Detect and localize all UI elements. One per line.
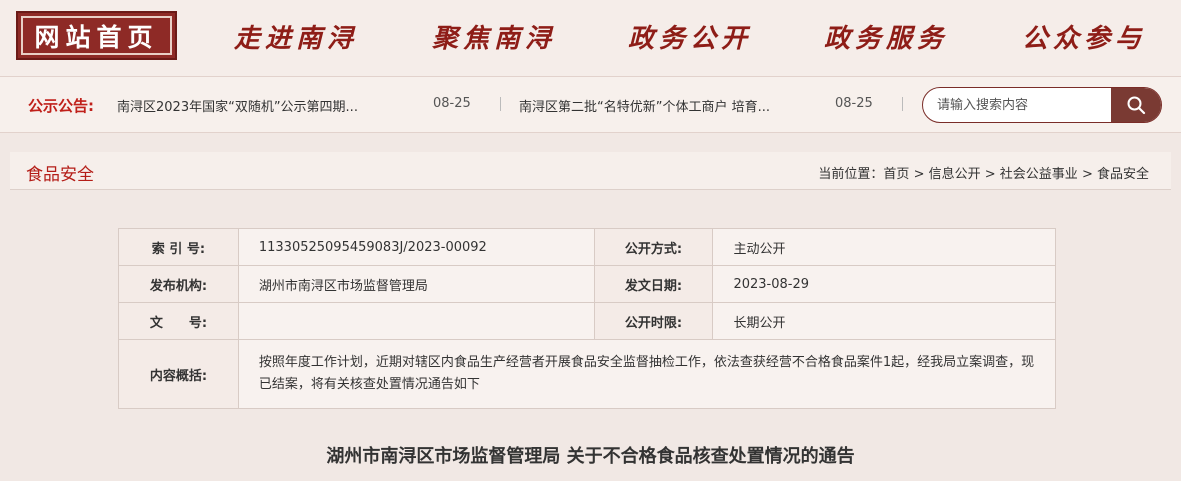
breadcrumb-public-welfare[interactable]: 社会公益事业 (1000, 167, 1078, 182)
breadcrumb-food-safety[interactable]: 食品安全 (1097, 167, 1149, 182)
notice-divider (500, 97, 501, 111)
org-value: 湖州市南浔区市场监督管理局 (237, 265, 595, 303)
open-mode-value: 主动公开 (712, 228, 1056, 266)
search-button[interactable] (1111, 88, 1161, 122)
main-content: 食品安全 当前位置：首页 > 信息公开 > 社会公益事业 > 食品安全 索 引 … (0, 133, 1181, 481)
home-nav-button[interactable]: 网站首页 (16, 11, 177, 60)
notice-label: 公示公告: (28, 97, 94, 115)
notice-date: 08-25 (835, 96, 873, 111)
search-box (922, 87, 1162, 123)
notice-divider (902, 97, 903, 111)
issue-date-label: 发文日期: (593, 265, 714, 303)
summary-label: 内容概括: (118, 339, 239, 409)
nav-item-about[interactable]: 走进南浔 (234, 14, 358, 58)
document-meta-table: 索 引 号: 11330525095459083J/2023-00092 公开方… (118, 228, 1057, 409)
breadcrumb-info-open[interactable]: 信息公开 (929, 167, 981, 182)
breadcrumb-separator: > (980, 167, 1000, 182)
table-row: 文 号: 公开时限: 长期公开 (118, 302, 1056, 340)
notice-date: 08-25 (433, 96, 471, 111)
org-label: 发布机构: (118, 265, 239, 303)
search-input[interactable] (923, 88, 1113, 122)
breadcrumb-separator: > (1077, 167, 1097, 182)
index-value: 11330525095459083J/2023-00092 (237, 228, 595, 266)
breadcrumb-separator: > (909, 167, 929, 182)
notice-link[interactable]: 南浔区第二批“名特优新”个体工商户 培育... (519, 96, 770, 115)
breadcrumb: 当前位置：首页 > 信息公开 > 社会公益事业 > 食品安全 (818, 163, 1149, 182)
nav-item-participation[interactable]: 公众参与 (1022, 14, 1146, 58)
doc-number-label: 文 号: (118, 302, 239, 340)
section-title: 食品安全 (26, 165, 94, 185)
nav-item-focus[interactable]: 聚焦南浔 (432, 14, 556, 58)
nav-item-gov-open[interactable]: 政务公开 (628, 14, 752, 58)
breadcrumb-home[interactable]: 首页 (883, 167, 909, 182)
table-row: 发布机构: 湖州市南浔区市场监督管理局 发文日期: 2023-08-29 (118, 265, 1056, 303)
search-icon (1127, 96, 1146, 115)
section-header: 食品安全 当前位置：首页 > 信息公开 > 社会公益事业 > 食品安全 (10, 152, 1171, 190)
notice-link[interactable]: 南浔区2023年国家“双随机”公示第四期... (117, 96, 358, 115)
index-label: 索 引 号: (118, 228, 239, 266)
open-period-label: 公开时限: (593, 302, 714, 340)
table-row: 内容概括: 按照年度工作计划，近期对辖区内食品生产经营者开展食品安全监督抽检工作… (118, 339, 1057, 409)
doc-number-value (237, 302, 595, 340)
open-mode-label: 公开方式: (593, 228, 714, 266)
breadcrumb-prefix: 当前位置： (818, 167, 884, 182)
summary-value: 按照年度工作计划，近期对辖区内食品生产经营者开展食品安全监督抽检工作，依法查获经… (237, 339, 1057, 409)
open-period-value: 长期公开 (712, 302, 1056, 340)
issue-date-value: 2023-08-29 (712, 265, 1056, 303)
nav-item-gov-service[interactable]: 政务服务 (824, 14, 948, 58)
document-title: 湖州市南浔区市场监督管理局 关于不合格食品核查处置情况的通告 (326, 446, 855, 467)
top-navigation: 网站首页 走进南浔 聚焦南浔 政务公开 政务服务 公众参与 (0, 0, 1181, 76)
table-row: 索 引 号: 11330525095459083J/2023-00092 公开方… (118, 228, 1056, 266)
